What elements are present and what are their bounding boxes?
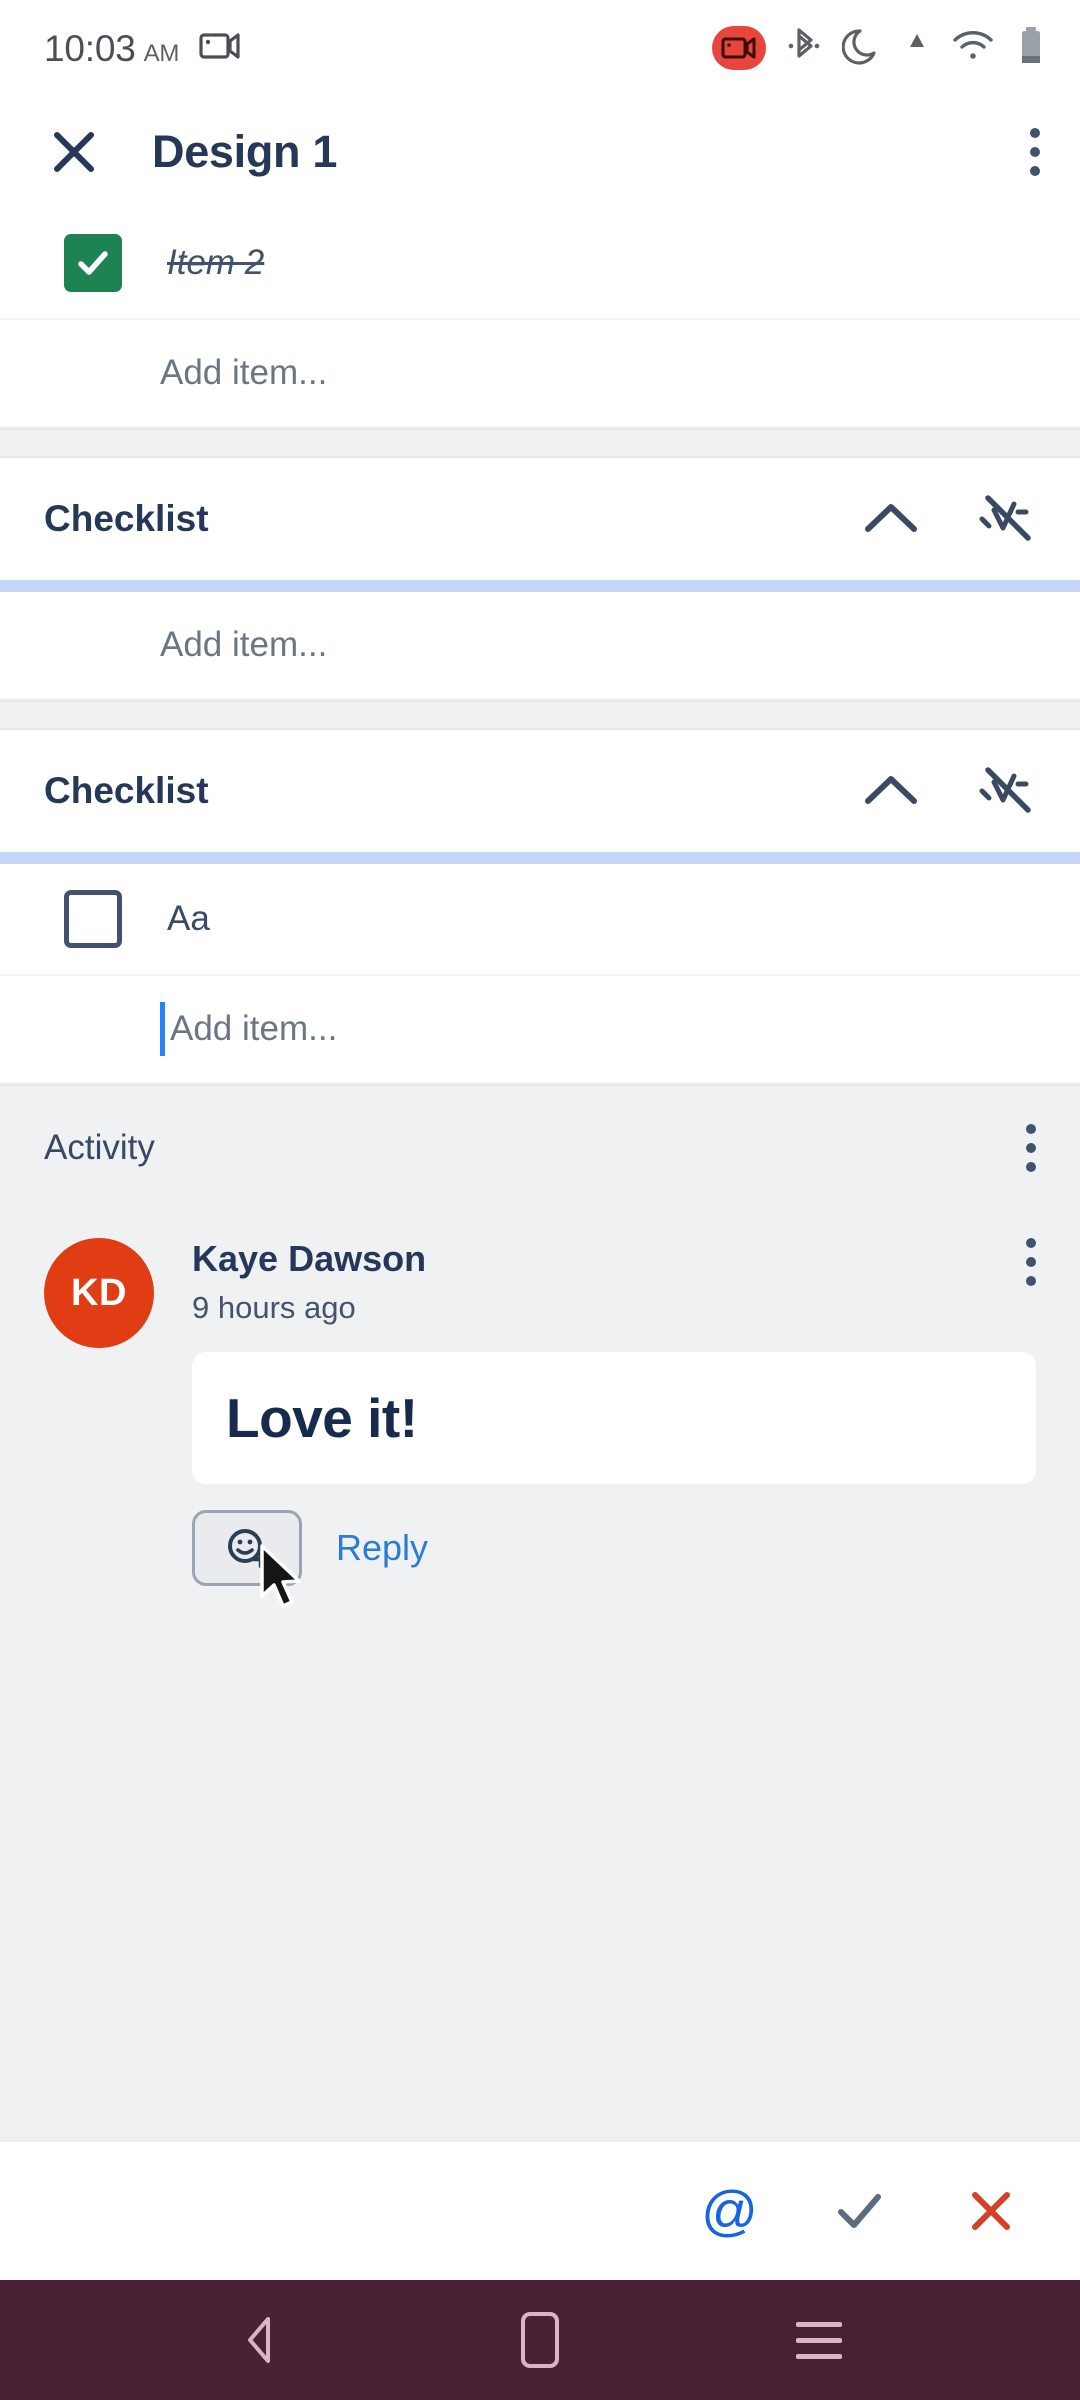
close-icon[interactable] xyxy=(960,2180,1022,2242)
hide-checked-items-icon[interactable] xyxy=(974,764,1036,818)
comment-timestamp: 9 hours ago xyxy=(192,1290,356,1326)
phone-screen: 10:03 AM Design 1 Item 2 Add item... Che… xyxy=(0,0,1080,2400)
home-shape xyxy=(520,2312,559,2368)
chevron-up-icon[interactable] xyxy=(860,496,922,542)
comment-meta: Kaye Dawson 9 hours ago xyxy=(192,1238,1026,1326)
three-dots xyxy=(1030,128,1040,176)
checklist-section-title: Checklist xyxy=(44,498,209,539)
comment-text: Love it! xyxy=(226,1387,418,1450)
comment-item: KD Kaye Dawson 9 hours ago Love it! Repl… xyxy=(0,1210,1080,1609)
comment-more-options-icon[interactable] xyxy=(1026,1238,1036,1286)
add-item-placeholder: Add item... xyxy=(160,625,328,664)
three-dots xyxy=(1026,1124,1036,1172)
three-dots xyxy=(1026,1238,1036,1286)
mention-icon[interactable]: @ xyxy=(701,2183,758,2239)
status-bar-clock: 10:03 AM xyxy=(44,30,179,67)
comment-author: Kaye Dawson xyxy=(192,1238,427,1279)
mention-glyph: @ xyxy=(701,2179,758,2242)
do-not-disturb-moon-icon xyxy=(841,25,884,72)
page-title: Design 1 xyxy=(152,126,338,177)
home-icon[interactable] xyxy=(520,2312,559,2368)
card-detail-content: Item 2 Add item... Checklist Add item...… xyxy=(0,208,1080,2140)
app-bar: Design 1 xyxy=(0,96,1080,208)
comment-body: Kaye Dawson 9 hours ago Love it! Reply xyxy=(192,1238,1036,1609)
wifi-icon xyxy=(950,26,996,71)
section-header-actions xyxy=(860,764,1036,818)
recents-shape xyxy=(795,2321,842,2359)
activity-header: Activity xyxy=(0,1086,1080,1210)
add-item-input[interactable]: Add item... xyxy=(0,320,1080,428)
status-bar: 10:03 AM xyxy=(0,0,1080,96)
signal-icon xyxy=(906,26,928,71)
recents-icon[interactable] xyxy=(795,2321,842,2359)
checklist-section-header-2[interactable]: Checklist xyxy=(0,730,1080,852)
comment-header: Kaye Dawson 9 hours ago xyxy=(192,1238,1036,1326)
status-bar-time: 10:03 xyxy=(44,27,136,69)
checklist-section-title: Checklist xyxy=(44,770,209,811)
checklist-item-row[interactable]: Item 2 xyxy=(0,208,1080,320)
reply-link[interactable]: Reply xyxy=(336,1527,428,1569)
activity-title: Activity xyxy=(44,1128,155,1167)
chevron-up-icon[interactable] xyxy=(860,768,922,814)
screen-record-badge-icon xyxy=(712,26,766,70)
comment-toolbar: @ xyxy=(0,2140,1080,2280)
checklist-section-header-1[interactable]: Checklist xyxy=(0,458,1080,580)
status-bar-ampm: AM xyxy=(143,39,180,67)
activity-section: Activity KD Kaye Dawson 9 hours ago Love… xyxy=(0,1084,1080,2140)
more-options-icon[interactable] xyxy=(1026,1124,1036,1172)
section-gap-band xyxy=(0,700,1080,730)
battery-icon xyxy=(1018,25,1044,72)
checkbox-checked-icon[interactable] xyxy=(64,234,122,292)
more-options-icon[interactable] xyxy=(1030,128,1040,176)
checklist-item-label: Aa xyxy=(167,899,210,938)
text-cursor xyxy=(160,1002,165,1056)
add-item-input-focused[interactable]: Add item... xyxy=(0,976,1080,1084)
back-icon[interactable] xyxy=(238,2313,284,2367)
checklist-item-label: Item 2 xyxy=(167,243,265,282)
add-item-input[interactable]: Add item... xyxy=(0,592,1080,700)
add-reaction-icon[interactable] xyxy=(192,1510,302,1587)
hide-checked-items-icon[interactable] xyxy=(974,492,1036,546)
close-icon[interactable] xyxy=(48,126,100,178)
comment-card[interactable]: Love it! xyxy=(192,1352,1036,1485)
checkbox-unchecked-icon[interactable] xyxy=(64,890,122,948)
avatar[interactable]: KD xyxy=(44,1238,154,1348)
check-icon[interactable] xyxy=(828,2180,890,2242)
section-divider-blue xyxy=(0,852,1080,864)
section-divider-blue xyxy=(0,580,1080,592)
section-gap-band xyxy=(0,428,1080,458)
android-nav-bar xyxy=(0,2280,1080,2400)
section-header-actions xyxy=(860,492,1036,546)
status-bar-right xyxy=(712,25,1044,72)
screen-record-icon xyxy=(199,30,241,67)
checklist-item-row[interactable]: Aa xyxy=(0,864,1080,976)
add-item-placeholder: Add item... xyxy=(160,353,328,392)
bluetooth-icon xyxy=(788,26,820,71)
comment-actions: Reply xyxy=(192,1510,1036,1609)
add-item-placeholder: Add item... xyxy=(170,1009,338,1048)
status-bar-left: 10:03 AM xyxy=(44,30,241,67)
